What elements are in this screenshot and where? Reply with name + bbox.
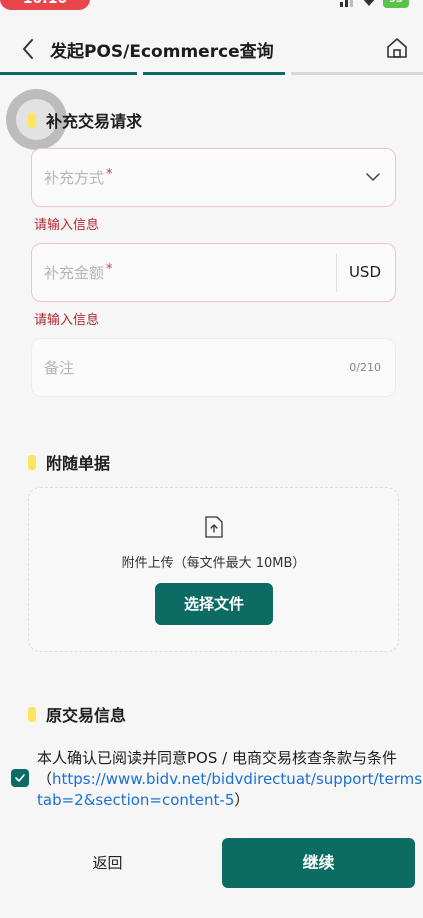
wifi-icon (363, 0, 375, 6)
upload-hint: 附件上传（每文件最大 10MB） (121, 556, 306, 571)
file-upload-icon (205, 516, 223, 538)
page-title: 发起POS/Ecommerce查询 (50, 42, 274, 62)
status-bar: 10:10 95 (0, 0, 423, 10)
consent-suffix: ） (234, 791, 250, 809)
chevron-left-icon[interactable] (16, 36, 42, 62)
bottom-action-bar: 返回 继续 (0, 838, 423, 890)
back-button[interactable]: 返回 (20, 838, 195, 888)
required-mark: * (106, 262, 113, 277)
section-title-text: 补充交易请求 (46, 112, 143, 131)
step-progress-2 (143, 72, 285, 75)
section-marker (28, 454, 36, 470)
section-marker (28, 706, 36, 722)
section-title-original: 原交易信息 (28, 702, 126, 726)
method-placeholder-text: 补充方式 (44, 169, 105, 187)
battery-icon: 95 (383, 0, 409, 8)
required-mark: * (106, 167, 113, 182)
step-progress-1 (0, 72, 137, 75)
remark-field[interactable]: 备注 0/210 (31, 338, 396, 397)
consent-checkbox[interactable] (11, 769, 29, 787)
method-error: 请输入信息 (34, 218, 100, 233)
section-title-text: 附随单据 (46, 454, 111, 473)
method-placeholder: 补充方式 * (44, 167, 113, 188)
section-title-supplement: 补充交易请求 (28, 108, 142, 132)
remark-placeholder: 备注 (44, 359, 75, 377)
currency-label: USD (348, 263, 381, 281)
continue-button[interactable]: 继续 (222, 838, 415, 888)
step-progress-3 (291, 72, 423, 75)
section-title-text: 原交易信息 (46, 706, 127, 725)
remark-counter: 0/210 (349, 361, 381, 374)
upload-area[interactable]: 附件上传（每文件最大 10MB） 选择文件 (28, 487, 399, 652)
signal-icon (340, 0, 353, 7)
check-icon (15, 774, 25, 782)
section-title-attachments: 附随单据 (28, 450, 110, 474)
home-icon[interactable] (385, 36, 409, 60)
consent-text: 本人确认已阅读并同意POS / 电商交易核查条款与条件（https://www.… (37, 748, 423, 811)
supplement-method-select[interactable]: 补充方式 * (31, 148, 396, 207)
status-time: 10:10 (0, 0, 90, 10)
chevron-down-icon[interactable] (365, 169, 381, 185)
amount-error: 请输入信息 (34, 313, 100, 328)
app-header: 发起POS/Ecommerce查询 (0, 28, 423, 72)
section-marker (28, 112, 36, 128)
field-divider (336, 254, 337, 292)
choose-file-button[interactable]: 选择文件 (155, 583, 273, 625)
supplement-amount-field[interactable]: 补充金额 * USD (31, 243, 396, 302)
amount-placeholder: 补充金额 * (44, 262, 113, 283)
status-icons: 95 (339, 0, 409, 8)
terms-link[interactable]: https://www.bidv.net/bidvdirectuat/suppo… (37, 770, 423, 809)
amount-placeholder-text: 补充金额 (44, 264, 105, 282)
